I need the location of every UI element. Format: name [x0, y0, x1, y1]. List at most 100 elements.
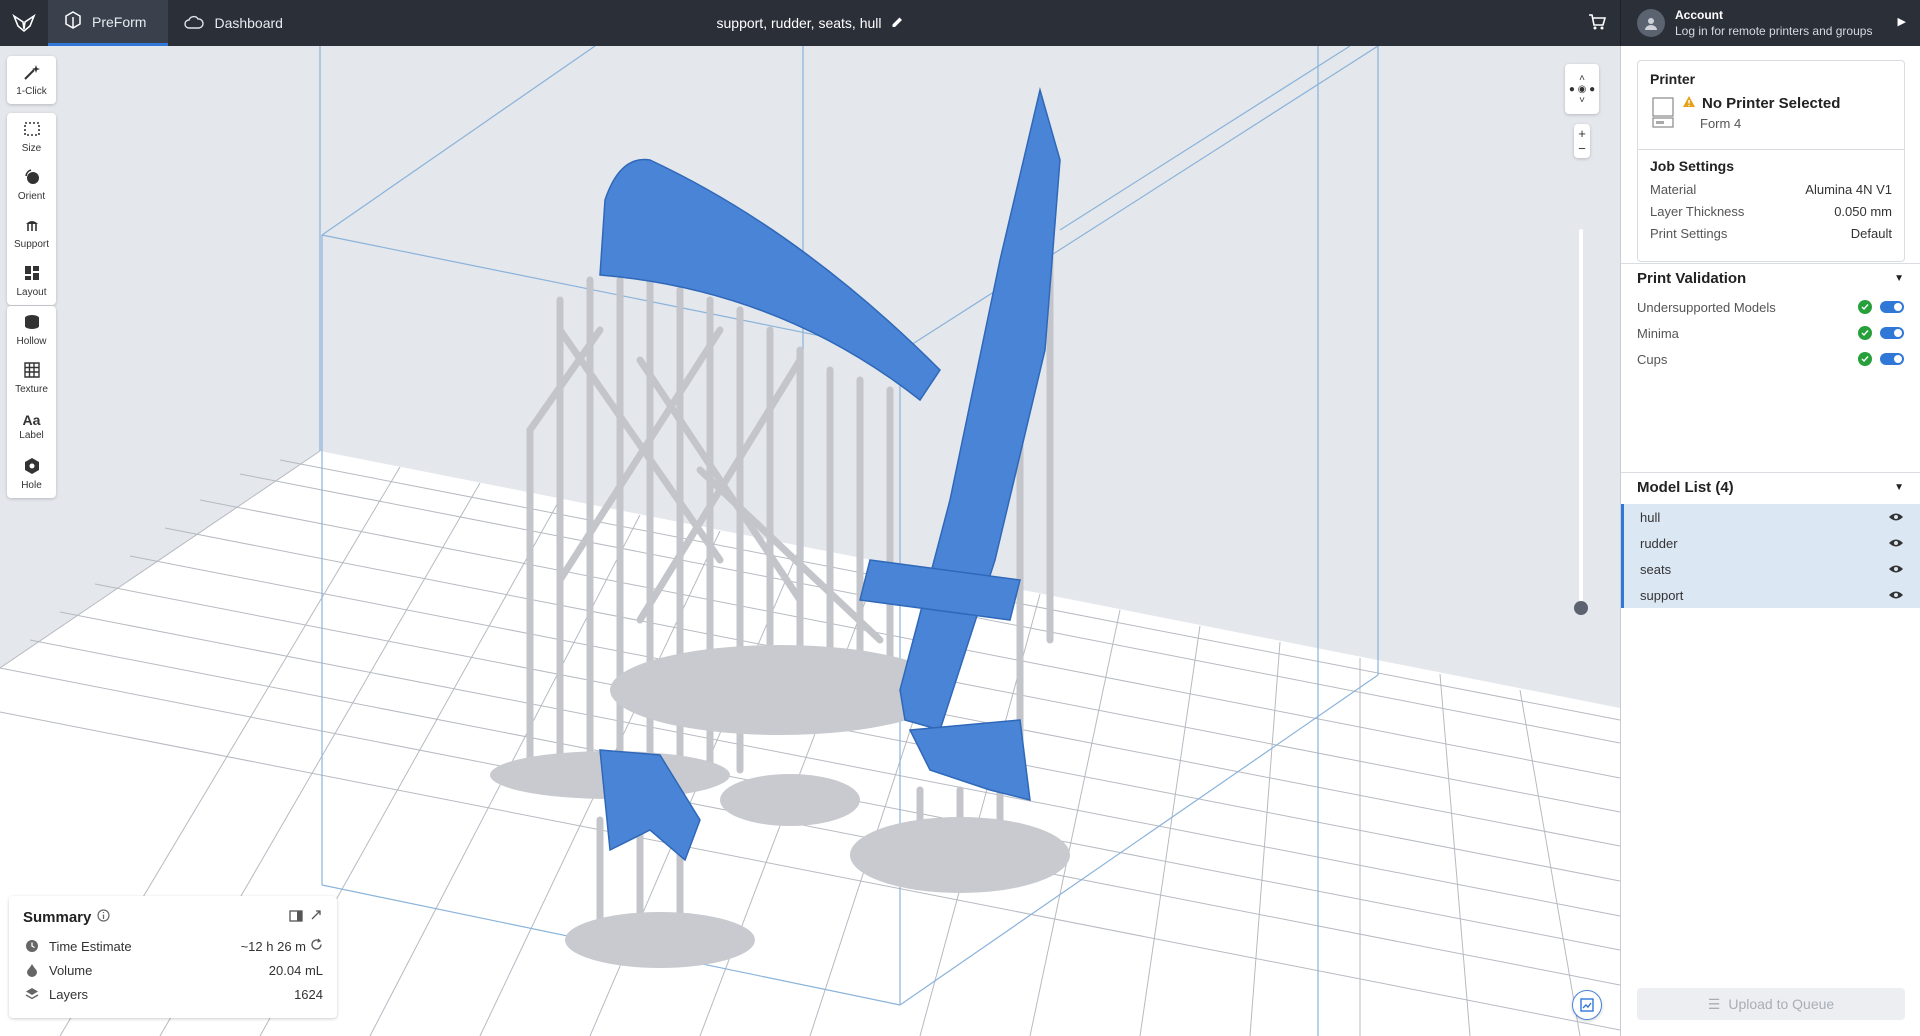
tool-group-3: Hollow Texture Aa Label Hole: [7, 306, 56, 498]
job-setting-layer-thickness: Layer Thickness 0.050 mm: [1650, 204, 1892, 219]
summary-panel: Summary Time Estimate ~12 h 26 m Volume …: [9, 896, 337, 1018]
tool-label: Layout: [16, 287, 47, 298]
eye-icon[interactable]: [1888, 536, 1904, 551]
summary-value: 1624: [294, 986, 323, 1002]
validation-toggle[interactable]: [1880, 353, 1904, 365]
model-name: seats: [1640, 561, 1672, 577]
tool-orient[interactable]: Orient: [7, 161, 56, 209]
chevron-down-icon[interactable]: ˅: [1579, 95, 1585, 106]
printer-card[interactable]: Printer No Printer Selected Form 4 Job S…: [1637, 60, 1905, 262]
tool-label: Size: [21, 143, 42, 154]
texture-icon: [23, 361, 41, 382]
document-title[interactable]: support, rudder, seats, hull: [717, 0, 904, 46]
info-icon[interactable]: [97, 908, 110, 926]
tool-group-2: Size Orient Support Layout: [7, 113, 56, 305]
top-bar: PreForm Dashboard support, rudder, seats…: [0, 0, 1620, 46]
chevron-down-icon[interactable]: ▼: [1894, 273, 1904, 284]
zoom-out-icon[interactable]: −: [1578, 141, 1586, 156]
section-title: Print Validation: [1637, 270, 1747, 287]
summary-label: Layers: [49, 986, 89, 1002]
build-scene[interactable]: [0, 46, 1620, 1036]
model-list-item[interactable]: support: [1621, 582, 1920, 608]
warning-icon: [1682, 95, 1696, 112]
check-circle-icon: [1858, 326, 1872, 340]
collapse-icon[interactable]: [309, 908, 323, 926]
cart-icon[interactable]: [1588, 13, 1607, 34]
job-setting-value: Default: [1850, 226, 1892, 241]
layer-slider-track[interactable]: [1579, 229, 1583, 609]
chevron-down-icon[interactable]: ▼: [1894, 482, 1904, 493]
formlabs-logo-icon[interactable]: [0, 0, 48, 46]
support-icon: [23, 216, 41, 237]
eye-icon[interactable]: [1888, 562, 1904, 577]
account-title: Account: [1675, 8, 1723, 22]
model-name: support: [1640, 587, 1684, 603]
model-list-item[interactable]: hull: [1621, 504, 1920, 530]
view-navigation-control[interactable]: ˄ ● ◉ ● ˅: [1565, 64, 1599, 114]
tool-label: Hollow: [16, 336, 47, 347]
upload-label: Upload to Queue: [1728, 996, 1835, 1012]
validation-label: Undersupported Models: [1637, 299, 1776, 315]
zoom-in-icon[interactable]: +: [1578, 126, 1586, 141]
account-button[interactable]: Account Log in for remote printers and g…: [1620, 0, 1920, 46]
tab-label: Dashboard: [214, 15, 283, 31]
volume-icon: [23, 963, 41, 977]
right-panel: Printer No Printer Selected Form 4 Job S…: [1620, 46, 1920, 1036]
chevron-up-icon[interactable]: ˄: [1579, 73, 1585, 84]
check-circle-icon: [1858, 352, 1872, 366]
printer-name: No Printer Selected: [1702, 95, 1841, 112]
tool-hole[interactable]: Hole: [7, 450, 56, 498]
label-icon: Aa: [22, 411, 41, 428]
tool-label[interactable]: Aa Label: [7, 402, 56, 450]
tool-label: Support: [13, 239, 50, 250]
refresh-icon[interactable]: [310, 938, 323, 954]
tool-label: Label: [19, 429, 44, 441]
eye-icon[interactable]: [1888, 588, 1904, 603]
job-setting-label: Material: [1650, 182, 1697, 197]
orient-icon: [23, 168, 41, 189]
validation-toggle[interactable]: [1880, 301, 1904, 313]
model-list-item[interactable]: seats: [1621, 556, 1920, 582]
size-icon: [23, 120, 41, 141]
validation-row-minima: Minima: [1637, 320, 1904, 346]
tool-support[interactable]: Support: [7, 209, 56, 257]
model-name: rudder: [1640, 535, 1678, 551]
tool-texture[interactable]: Texture: [7, 354, 56, 402]
validation-toggle[interactable]: [1880, 327, 1904, 339]
summary-row-time: Time Estimate ~12 h 26 m: [23, 934, 323, 958]
job-setting-value: Alumina 4N V1: [1805, 182, 1892, 197]
printer-icon: [1652, 97, 1674, 129]
panel-dock-icon[interactable]: [289, 909, 303, 926]
tool-label: Texture: [15, 384, 48, 395]
screenshot-icon[interactable]: [1572, 990, 1602, 1020]
tool-layout[interactable]: Layout: [7, 257, 56, 305]
3d-viewport[interactable]: 1-Click Size Orient Support Layout Hollo…: [0, 46, 1620, 1036]
printer-model: Form 4: [1700, 116, 1742, 131]
tool-hollow[interactable]: Hollow: [7, 306, 56, 354]
zoom-control[interactable]: + −: [1574, 124, 1590, 158]
model-list-header[interactable]: Model List (4) ▼: [1621, 472, 1920, 502]
model-list-item[interactable]: rudder: [1621, 530, 1920, 556]
magic-wand-icon: [23, 63, 41, 84]
tool-size[interactable]: Size: [7, 113, 56, 161]
hollow-icon: [23, 313, 41, 334]
validation-label: Cups: [1637, 351, 1668, 367]
tool-group-1: 1-Click: [7, 56, 56, 104]
upload-to-queue-button[interactable]: ☰ Upload to Queue: [1637, 988, 1905, 1020]
print-validation-header[interactable]: Print Validation ▼: [1621, 263, 1920, 293]
clock-icon: [23, 939, 41, 953]
eye-icon[interactable]: [1888, 510, 1904, 525]
summary-row-layers: Layers 1624: [23, 982, 323, 1006]
tool-1-click[interactable]: 1-Click: [7, 56, 56, 104]
summary-label: Time Estimate: [49, 938, 132, 954]
job-setting-material: Material Alumina 4N V1: [1650, 182, 1892, 197]
pencil-icon[interactable]: [892, 15, 904, 31]
summary-value: 20.04 mL: [268, 962, 323, 978]
eye-icon[interactable]: ● ◉ ●: [1569, 84, 1595, 95]
avatar-icon: [1637, 9, 1665, 37]
layer-slider-handle[interactable]: [1574, 601, 1588, 615]
tab-preform[interactable]: PreForm: [48, 0, 169, 46]
preform-icon: [64, 11, 82, 32]
validation-row-undersupported: Undersupported Models: [1637, 294, 1904, 320]
tab-dashboard[interactable]: Dashboard: [168, 0, 305, 46]
